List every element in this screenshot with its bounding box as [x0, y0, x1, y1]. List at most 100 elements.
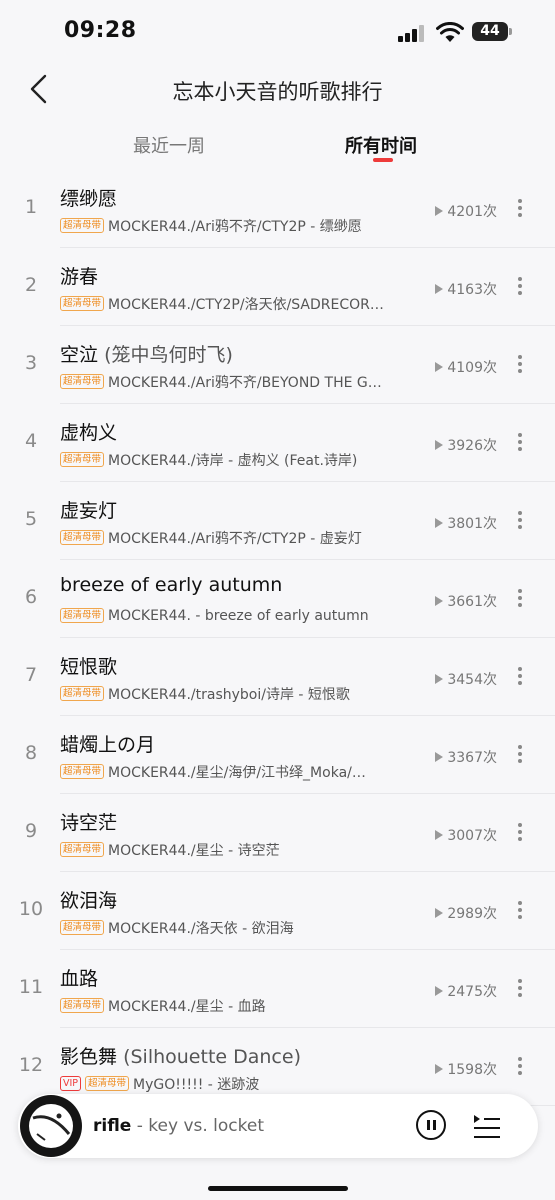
- song-row[interactable]: 3 空泣 (笼中鸟何时飞) 超清母带 MOCKER44./Ari鸦不齐/BEYOND …: [0, 326, 555, 404]
- song-title-main: 诗空茫: [60, 812, 118, 834]
- play-count-text: 2989次: [447, 906, 497, 922]
- rank-number: 9: [24, 820, 38, 842]
- artist-album: MOCKER44./星尘/海伊/江书绎_Moka/…: [108, 764, 366, 781]
- mini-player[interactable]: rifle - key vs. locket: [18, 1094, 538, 1158]
- song-title-main: 短恨歌: [60, 656, 118, 678]
- quality-badge: 超清母带: [60, 374, 105, 389]
- play-count-text: 3801次: [447, 516, 497, 532]
- more-options-icon[interactable]: [510, 898, 530, 924]
- quality-badge: 超清母带: [60, 296, 105, 311]
- song-title-main: 蜡燭上の月: [60, 734, 156, 756]
- wifi-icon: [436, 22, 464, 42]
- song-title: 欲泪海: [60, 886, 117, 913]
- home-indicator: [208, 1186, 348, 1191]
- song-row[interactable]: 7 短恨歌 超清母带 MOCKER44./trashyboi/诗岸 - 短恨歌 3454…: [0, 638, 555, 716]
- song-meta: 超清母带 MOCKER44./洛天依 - 欲泪海: [60, 917, 410, 937]
- rank-number: 12: [18, 1054, 44, 1076]
- play-count: 3801次: [435, 513, 497, 533]
- tab-bar: 最近一周 所有时间: [0, 124, 555, 170]
- song-title: 虚构义: [60, 418, 117, 445]
- album-disc[interactable]: [20, 1095, 82, 1157]
- tab-recent-week[interactable]: 最近一周: [133, 132, 205, 158]
- play-count: 4201次: [435, 201, 497, 221]
- play-icon: [435, 1064, 444, 1074]
- quality-badge: 超清母带: [60, 764, 105, 779]
- now-playing-separator: -: [131, 1116, 149, 1136]
- song-title-main: breeze of early autumn: [60, 574, 283, 596]
- more-options-icon[interactable]: [510, 976, 530, 1002]
- song-title: 缥缈愿: [60, 184, 117, 211]
- song-title-main: 欲泪海: [60, 890, 118, 912]
- play-icon: [435, 830, 444, 840]
- artist-album: MOCKER44./星尘 - 血路: [108, 998, 266, 1015]
- song-title-main: 游春: [60, 266, 99, 288]
- more-options-icon[interactable]: [510, 742, 530, 768]
- quality-badge: 超清母带: [60, 608, 105, 623]
- rank-number: 4: [24, 430, 38, 452]
- song-row[interactable]: 4 虚构义 超清母带 MOCKER44./诗岸 - 虚构义 (Feat.诗岸) 3926…: [0, 404, 555, 482]
- song-row[interactable]: 1 缥缈愿 超清母带 MOCKER44./Ari鸦不齐/CTY2P - 缥缈愿 4201…: [0, 170, 555, 248]
- song-row[interactable]: 6 breeze of early autumn 超清母带 MOCKER44. - b…: [0, 560, 555, 638]
- quality-badge: 超清母带: [85, 1076, 130, 1091]
- play-count: 4163次: [435, 279, 497, 299]
- song-meta: 超清母带 MOCKER44./trashyboi/诗岸 - 短恨歌: [60, 683, 410, 703]
- more-options-icon[interactable]: [510, 196, 530, 222]
- rank-number: 2: [24, 274, 38, 296]
- quality-badge: 超清母带: [60, 686, 105, 701]
- tab-all-time[interactable]: 所有时间: [345, 132, 417, 158]
- artist-album: MOCKER44./Ari鸦不齐/BEYOND THE G…: [108, 374, 382, 391]
- play-count: 3661次: [435, 591, 497, 611]
- song-meta: VIP 超清母带 MyGO!!!!! - 迷跡波: [60, 1073, 410, 1093]
- page-title: 忘本小天音的听歌排行: [172, 80, 383, 104]
- play-count: 2989次: [435, 903, 497, 923]
- song-title-main: 虚妄灯: [60, 500, 118, 522]
- song-title-main: 血路: [60, 968, 99, 990]
- song-row[interactable]: 11 血路 超清母带 MOCKER44./星尘 - 血路 2475次: [0, 950, 555, 1028]
- more-options-icon[interactable]: [510, 664, 530, 690]
- song-title-main: 虚构义: [60, 422, 118, 444]
- playlist-icon[interactable]: [472, 1112, 502, 1140]
- artist-album: MOCKER44./星尘 - 诗空茫: [108, 842, 280, 859]
- play-count-text: 3007次: [447, 828, 497, 844]
- song-subtitle: (笼中鸟何时飞): [104, 344, 233, 366]
- song-row[interactable]: 8 蜡燭上の月 超清母带 MOCKER44./星尘/海伊/江书绎_Moka/… 3367…: [0, 716, 555, 794]
- song-meta: 超清母带 MOCKER44./星尘/海伊/江书绎_Moka/…: [60, 761, 410, 781]
- cellular-signal-icon: [398, 24, 428, 42]
- song-title: breeze of early autumn: [60, 574, 282, 596]
- song-meta: 超清母带 MOCKER44. - breeze of early autumn: [60, 605, 410, 625]
- song-meta: 超清母带 MOCKER44./星尘 - 血路: [60, 995, 410, 1015]
- quality-badge: 超清母带: [60, 218, 105, 233]
- rank-number: 10: [18, 898, 44, 920]
- quality-badge: 超清母带: [60, 452, 105, 467]
- play-icon: [435, 206, 444, 216]
- play-count-text: 4163次: [447, 282, 497, 298]
- song-title: 虚妄灯: [60, 496, 117, 523]
- song-meta: 超清母带 MOCKER44./Ari鸦不齐/BEYOND THE G…: [60, 371, 410, 391]
- more-options-icon[interactable]: [510, 586, 530, 612]
- song-title: 诗空茫: [60, 808, 117, 835]
- song-row[interactable]: 5 虚妄灯 超清母带 MOCKER44./Ari鸦不齐/CTY2P - 虚妄灯 3801…: [0, 482, 555, 560]
- more-options-icon[interactable]: [510, 274, 530, 300]
- play-icon: [435, 284, 444, 294]
- more-options-icon[interactable]: [510, 508, 530, 534]
- artist-album: MyGO!!!!! - 迷跡波: [133, 1076, 260, 1093]
- pause-button[interactable]: [416, 1110, 446, 1140]
- more-options-icon[interactable]: [510, 430, 530, 456]
- more-options-icon[interactable]: [510, 1054, 530, 1080]
- song-row[interactable]: 10 欲泪海超清母带 MOCKER44./洛天依 - 欲泪海 2989次: [0, 872, 555, 950]
- song-title: 空泣 (笼中鸟何时飞): [60, 340, 233, 367]
- rank-number: 6: [24, 586, 38, 608]
- quality-badge: 超清母带: [60, 920, 105, 935]
- play-count-text: 4201次: [447, 204, 497, 220]
- song-title-main: 缥缈愿: [60, 188, 118, 210]
- song-row[interactable]: 9 诗空茫 超清母带 MOCKER44./星尘 - 诗空茫 3007次: [0, 794, 555, 872]
- song-title: 血路: [60, 964, 98, 991]
- rank-number: 3: [24, 352, 38, 374]
- play-icon: [435, 518, 444, 528]
- more-options-icon[interactable]: [510, 352, 530, 378]
- song-meta: 超清母带 MOCKER44./诗岸 - 虚构义 (Feat.诗岸): [60, 449, 410, 469]
- song-row[interactable]: 2 游春 超清母带 MOCKER44./CTY2P/洛天依/SADRECOR… 4163…: [0, 248, 555, 326]
- artist-album: MOCKER44./Ari鸦不齐/CTY2P - 虚妄灯: [108, 530, 362, 547]
- more-options-icon[interactable]: [510, 820, 530, 846]
- play-count-text: 2475次: [447, 984, 497, 1000]
